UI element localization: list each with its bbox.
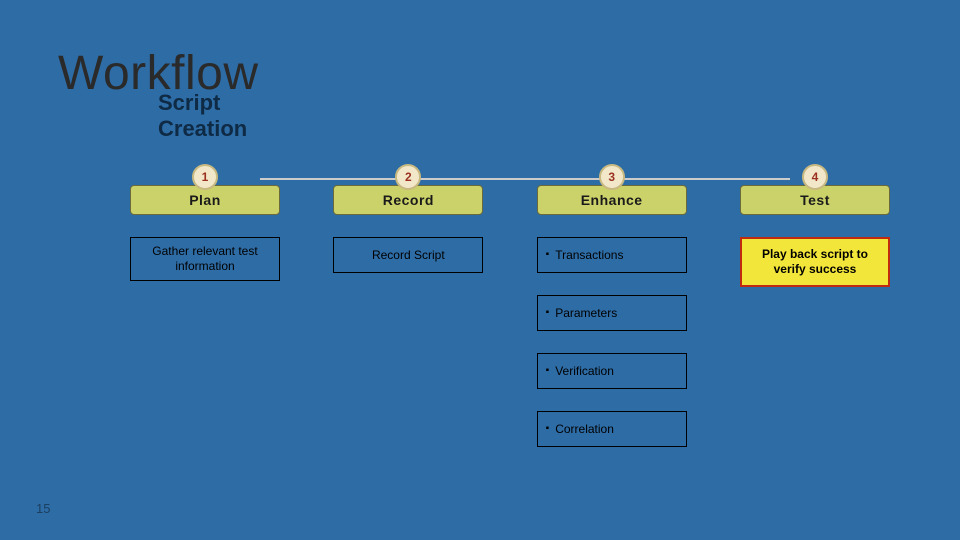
- workflow-columns: 1 Plan Gather relevant test information …: [120, 164, 900, 447]
- step-text: Parameters: [555, 306, 617, 321]
- stage-number: 1: [202, 170, 209, 184]
- workflow-col-test: 4 Test Play back script to verify succes…: [730, 164, 900, 447]
- workflow-col-enhance: 3 Enhance ▪ Transactions ▪ Parameters ▪ …: [527, 164, 697, 447]
- step-box: Record Script: [333, 237, 483, 273]
- workflow-col-plan: 1 Plan Gather relevant test information: [120, 164, 290, 447]
- workflow-col-record: 2 Record Record Script: [323, 164, 493, 447]
- step-text: Transactions: [555, 248, 623, 263]
- step-box: ▪ Verification: [537, 353, 687, 389]
- step-box: ▪ Parameters: [537, 295, 687, 331]
- bullet-icon: ▪: [546, 307, 550, 320]
- bullet-icon: ▪: [546, 423, 550, 436]
- step-text: Verification: [555, 364, 614, 379]
- stage-number-badge: 1: [192, 164, 218, 190]
- page-number: 15: [36, 501, 50, 516]
- step-text: Gather relevant test information: [139, 244, 271, 274]
- stage-label-text: Record: [383, 192, 434, 208]
- step-text: Record Script: [372, 248, 445, 263]
- stage-number: 3: [608, 170, 615, 184]
- stage-label-text: Enhance: [581, 192, 643, 208]
- stage-number: 4: [812, 170, 819, 184]
- step-box-highlight: Play back script to verify success: [740, 237, 890, 287]
- stage-number-badge: 4: [802, 164, 828, 190]
- stage-number-badge: 3: [599, 164, 625, 190]
- slide-title-block: Workflow Script Creation: [58, 50, 258, 98]
- slide-subtitle: Script Creation: [158, 90, 258, 142]
- step-box: Gather relevant test information: [130, 237, 280, 281]
- stage-label-text: Plan: [189, 192, 221, 208]
- stage-label-text: Test: [800, 192, 830, 208]
- step-text: Correlation: [555, 422, 614, 437]
- bullet-icon: ▪: [546, 365, 550, 378]
- step-text: Play back script to verify success: [748, 247, 882, 277]
- step-box: ▪ Correlation: [537, 411, 687, 447]
- step-box: ▪ Transactions: [537, 237, 687, 273]
- bullet-icon: ▪: [546, 249, 550, 262]
- stage-number: 2: [405, 170, 412, 184]
